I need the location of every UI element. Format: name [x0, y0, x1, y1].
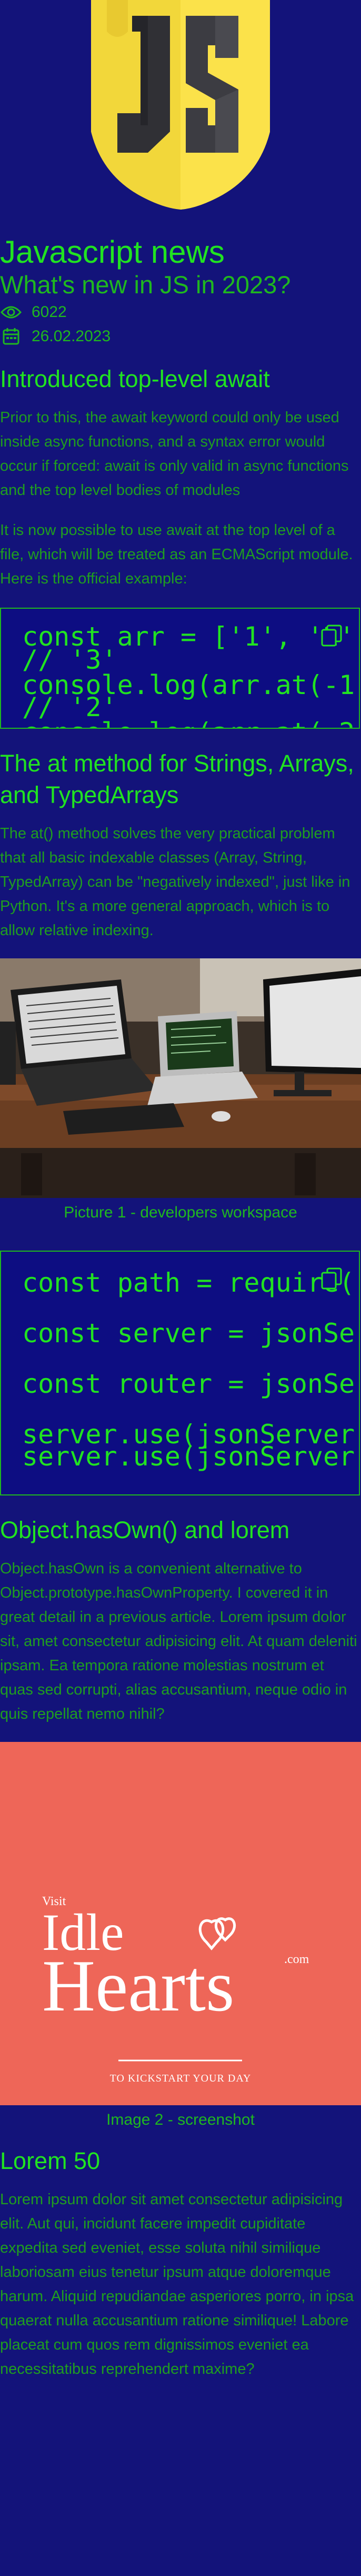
figure-caption: Picture 1 - developers workspace [64, 1204, 297, 1221]
js-logo [91, 0, 270, 210]
banner-tagline: TO KICKSTART YOUR DAY [110, 2073, 252, 2084]
workspace-photo [0, 958, 361, 1198]
idle-hearts-banner: Visit Idle Hearts .com TO KICKSTART YOUR… [0, 1742, 361, 2105]
code-line: const path = require('path'); [22, 1267, 359, 1298]
code-line: console.log(arr.at(-2)); [22, 719, 359, 728]
banner-hearts: Hearts [42, 1945, 234, 2027]
copy-icon[interactable] [319, 622, 345, 649]
code-line: const router = jsonServer.router(); [22, 1369, 359, 1399]
code-line: server.use(jsonServer.bodyParser); [22, 1441, 359, 1472]
section-paragraph: The at() method solves the very practica… [0, 825, 350, 939]
code-line: const server = jsonServer.create(); [22, 1318, 359, 1349]
code-line: // '3' [22, 645, 117, 675]
publish-date: 26.02.2023 [32, 328, 111, 345]
section-paragraph: It is now possible to use await at the t… [0, 522, 353, 587]
section-heading: The at method for Strings, Arrays, and T… [0, 750, 354, 808]
section-paragraph: Prior to this, the await keyword could o… [0, 409, 349, 499]
section-paragraph: Object.hasOwn is a convenient alternativ… [0, 1560, 357, 1722]
article-page: Javascript news What's new in JS in 2023… [0, 0, 361, 2381]
article-subtitle: What's new in JS in 2023? [0, 271, 291, 299]
code-line: // '2' [22, 692, 117, 722]
code-block[interactable]: const path = require('path'); const serv… [0, 1251, 360, 1495]
banner-com: .com [284, 1953, 309, 1966]
section-paragraph: Lorem ipsum dolor sit amet consectetur a… [0, 2191, 354, 2377]
article-title: Javascript news [0, 234, 225, 270]
views-row: 6022 [0, 300, 361, 324]
figure-caption: Image 2 - screenshot [106, 2111, 255, 2128]
calendar-icon [0, 327, 22, 346]
eye-icon [0, 303, 22, 322]
section-heading: Object.hasOwn() and lorem [0, 1517, 290, 1543]
section-heading: Lorem 50 [0, 2147, 101, 2174]
code-block[interactable]: const arr = ['1', '2', '3']; // '3' cons… [0, 608, 360, 729]
views-count: 6022 [32, 303, 67, 321]
copy-icon[interactable] [319, 1265, 345, 1292]
date-row: 26.02.2023 [0, 324, 361, 349]
section-heading: Introduced top-level await [0, 365, 270, 392]
